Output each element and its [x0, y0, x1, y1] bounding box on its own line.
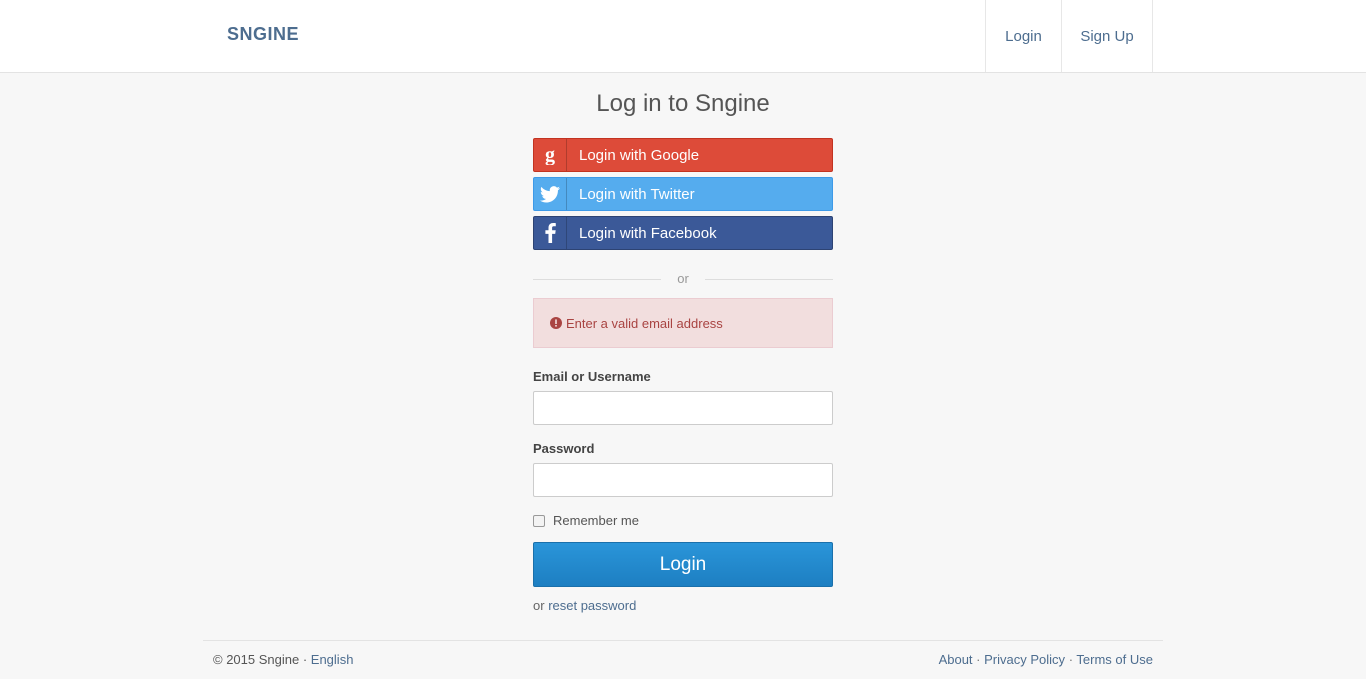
footer-divider: [203, 640, 1163, 641]
email-label: Email or Username: [533, 369, 651, 384]
remember-me: Remember me: [533, 513, 639, 528]
login-twitter-button[interactable]: Login with Twitter: [533, 177, 833, 211]
footer-about-link[interactable]: About: [939, 652, 973, 667]
nav-signup-link[interactable]: Sign Up: [1061, 0, 1153, 72]
reset-prefix: or: [533, 598, 545, 613]
nav-login-link[interactable]: Login: [985, 0, 1061, 72]
or-divider: or: [533, 270, 833, 288]
brand-logo[interactable]: SNGINE: [227, 24, 299, 45]
exclamation-circle-icon: [550, 317, 562, 329]
login-button[interactable]: Login: [533, 542, 833, 587]
password-label: Password: [533, 441, 595, 456]
footer-terms-link[interactable]: Terms of Use: [1076, 652, 1153, 667]
login-facebook-label: Login with Facebook: [579, 224, 717, 242]
footer-left: © 2015 Sngine · English: [213, 652, 353, 667]
error-alert: Enter a valid email address: [533, 298, 833, 348]
error-alert-text: Enter a valid email address: [566, 315, 723, 331]
login-twitter-label: Login with Twitter: [579, 185, 695, 203]
footer-separator: ·: [1068, 652, 1074, 667]
footer-language-link[interactable]: English: [311, 652, 354, 667]
page-title: Log in to Sngine: [596, 90, 770, 117]
divider-line-right: [705, 279, 833, 280]
remember-me-label[interactable]: Remember me: [553, 513, 639, 528]
footer-copyright: © 2015 Sngine ·: [213, 652, 308, 667]
svg-text:g: g: [545, 145, 555, 165]
login-facebook-button[interactable]: Login with Facebook: [533, 216, 833, 250]
email-field[interactable]: [533, 391, 833, 425]
top-navbar: SNGINE Login Sign Up: [0, 0, 1366, 73]
footer-separator: ·: [976, 652, 981, 667]
login-google-button[interactable]: g Login with Google: [533, 138, 833, 172]
login-google-label: Login with Google: [579, 146, 700, 164]
google-icon: g: [534, 139, 567, 171]
footer-privacy-link[interactable]: Privacy Policy: [984, 652, 1065, 667]
twitter-icon: [534, 178, 567, 210]
reset-password-link[interactable]: reset password: [548, 598, 636, 613]
facebook-icon: [534, 217, 567, 249]
footer-right: About · Privacy Policy · Terms of Use: [939, 652, 1153, 667]
reset-password-row: or reset password: [533, 598, 636, 613]
password-field[interactable]: [533, 463, 833, 497]
nav-links: Login Sign Up: [985, 0, 1153, 72]
remember-me-checkbox[interactable]: [533, 514, 545, 527]
